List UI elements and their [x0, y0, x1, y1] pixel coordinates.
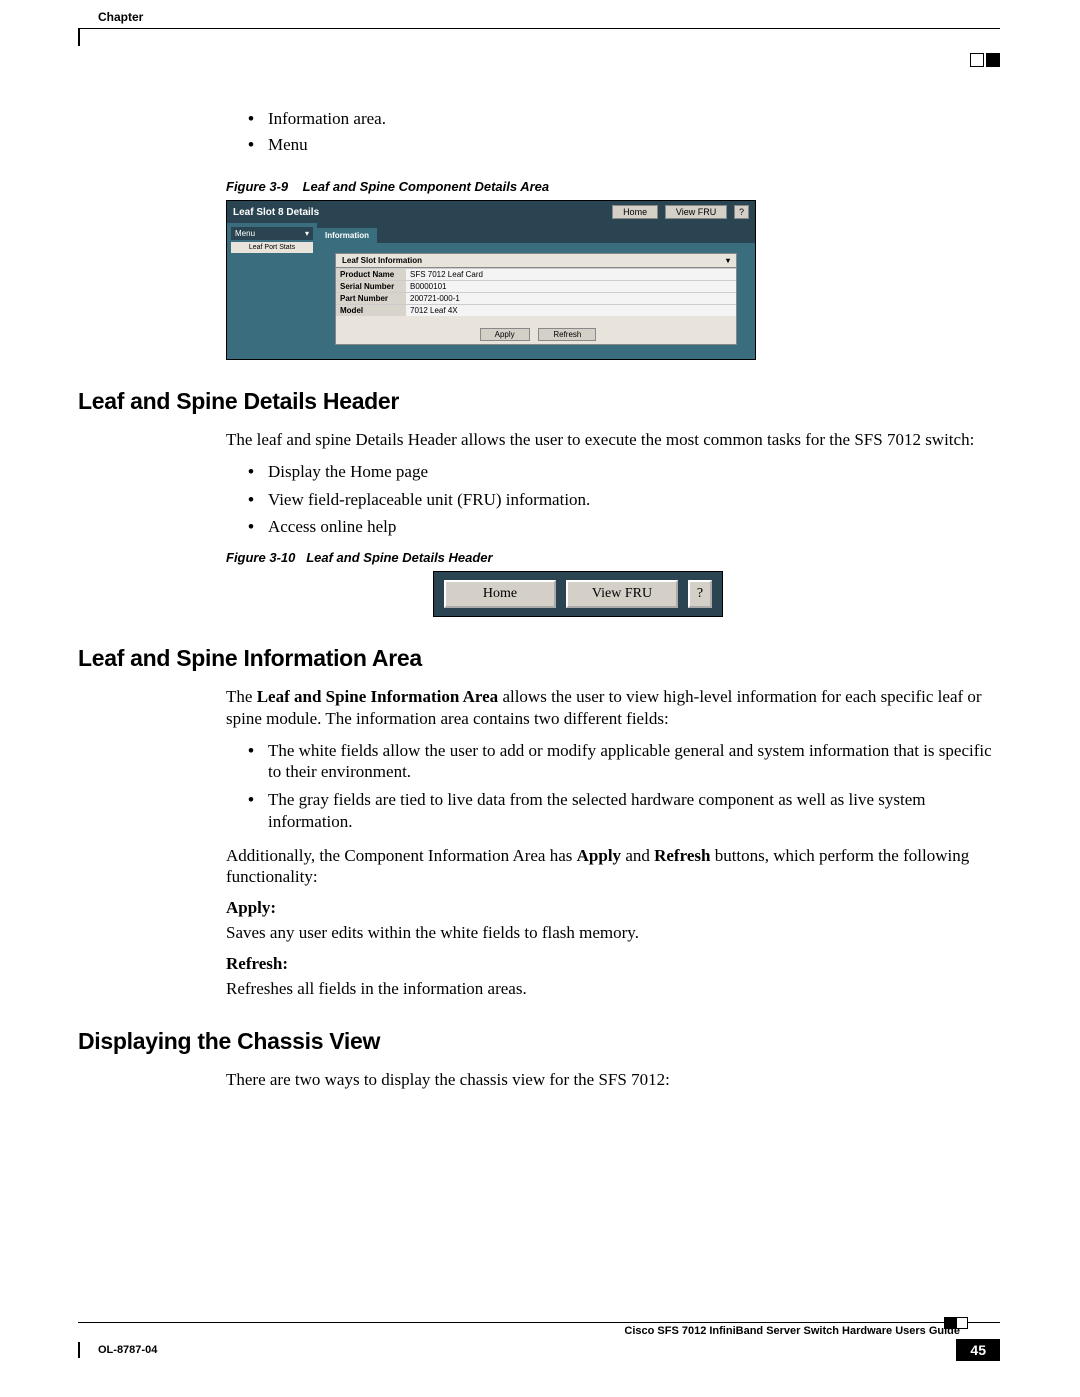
list-item: Information area. — [248, 109, 1000, 129]
figure-3-9-screenshot: Leaf Slot 8 Details Home View FRU ? Menu… — [226, 200, 756, 360]
list-item: The white fields allow the user to add o… — [248, 740, 1000, 784]
list-item: Menu — [248, 135, 1000, 155]
section-displaying-chassis-view: Displaying the Chassis View — [78, 1028, 1000, 1055]
side-menu: Menu▾ Leaf Port Stats — [227, 223, 317, 359]
table-row: Product NameSFS 7012 Leaf Card — [336, 268, 736, 280]
home-button[interactable]: Home — [444, 580, 556, 608]
figure-3-10-caption: Figure 3-10 Leaf and Spine Details Heade… — [226, 550, 1000, 565]
body-text: Refreshes all fields in the information … — [226, 978, 1000, 1000]
body-text: The Leaf and Spine Information Area allo… — [226, 686, 1000, 730]
page-footer: Cisco SFS 7012 InfiniBand Server Switch … — [78, 1322, 1000, 1361]
side-menu-item[interactable]: Leaf Port Stats — [231, 242, 313, 253]
body-text: Saves any user edits within the white fi… — [226, 922, 1000, 944]
refresh-button[interactable]: Refresh — [538, 328, 596, 341]
collapse-icon[interactable]: ▾ — [305, 229, 309, 238]
details-titlebar: Leaf Slot 8 Details Home View FRU ? — [227, 201, 755, 223]
list-item: Display the Home page — [248, 461, 1000, 483]
list-item: Access online help — [248, 516, 1000, 538]
guide-title: Cisco SFS 7012 InfiniBand Server Switch … — [78, 1323, 1000, 1337]
intro-bullet-list: Information area. Menu — [248, 109, 1000, 155]
corner-square-icon — [986, 53, 1000, 67]
info-box: Leaf Slot Information ▾ Product NameSFS … — [335, 253, 737, 345]
header-tick — [78, 28, 80, 46]
body-text: Additionally, the Component Information … — [226, 845, 1000, 889]
chapter-label: Chapter — [98, 10, 143, 24]
refresh-label: Refresh: — [226, 954, 1000, 974]
home-button[interactable]: Home — [612, 205, 658, 219]
section-leaf-spine-details-header: Leaf and Spine Details Header — [78, 388, 1000, 415]
footer-tick — [78, 1342, 80, 1358]
side-menu-header[interactable]: Menu▾ — [231, 227, 313, 240]
info-area-bullets: The white fields allow the user to add o… — [248, 740, 1000, 833]
details-header-bullets: Display the Home page View field-replace… — [248, 461, 1000, 538]
apply-button[interactable]: Apply — [480, 328, 530, 341]
list-item: View field-replaceable unit (FRU) inform… — [248, 489, 1000, 511]
footer-outline-icon — [956, 1317, 968, 1329]
body-text: The leaf and spine Details Header allows… — [226, 429, 1000, 451]
apply-label: Apply: — [226, 898, 1000, 918]
view-fru-button[interactable]: View FRU — [566, 580, 678, 608]
details-title: Leaf Slot 8 Details — [233, 207, 319, 218]
table-row: Serial NumberB0000101 — [336, 280, 736, 292]
header-rule: Chapter — [78, 28, 1000, 29]
body-text: There are two ways to display the chassi… — [226, 1069, 1000, 1091]
table-row: Part Number200721-000-1 — [336, 292, 736, 304]
help-button[interactable]: ? — [688, 580, 712, 608]
table-row: Model7012 Leaf 4X — [336, 304, 736, 316]
corner-outline-icon — [970, 53, 984, 67]
collapse-icon[interactable]: ▾ — [726, 256, 730, 265]
help-button[interactable]: ? — [734, 205, 749, 219]
list-item: The gray fields are tied to live data fr… — [248, 789, 1000, 833]
section-leaf-spine-info-area: Leaf and Spine Information Area — [78, 645, 1000, 672]
footer-square-icon — [944, 1317, 956, 1329]
information-tab[interactable]: Information — [317, 228, 377, 243]
figure-3-10-screenshot: Home View FRU ? — [433, 571, 723, 617]
figure-3-9-caption: Figure 3-9 Leaf and Spine Component Deta… — [226, 179, 1000, 194]
info-box-title: Leaf Slot Information ▾ — [336, 254, 736, 268]
page-number: 45 — [956, 1339, 1000, 1361]
doc-number: OL-8787-04 — [98, 1344, 157, 1356]
view-fru-button[interactable]: View FRU — [665, 205, 727, 219]
